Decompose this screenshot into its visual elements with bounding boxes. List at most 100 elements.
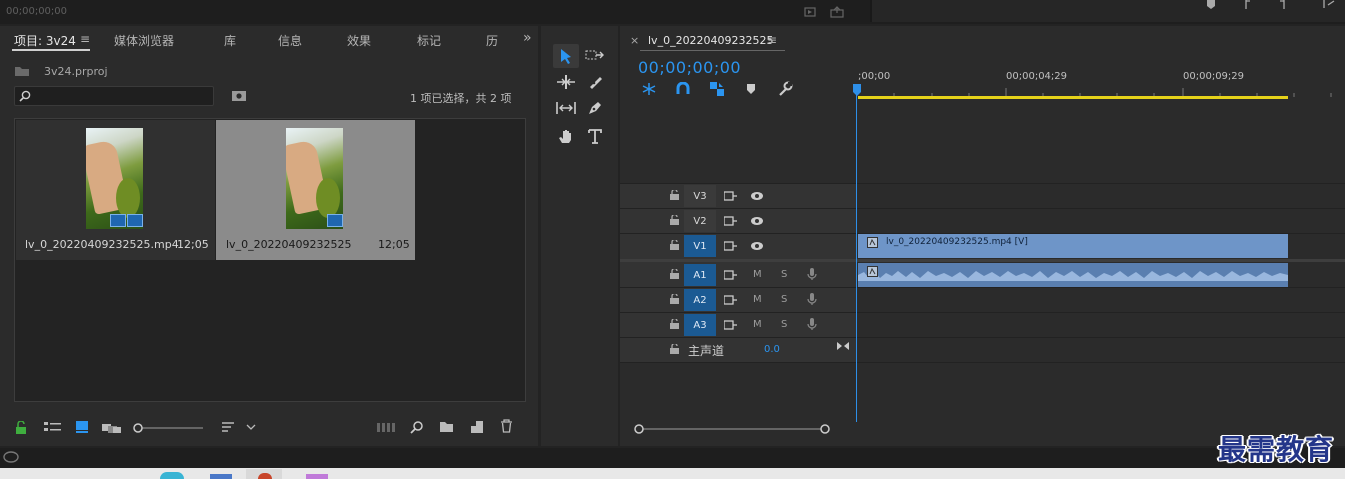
- mute-button[interactable]: M: [753, 269, 762, 280]
- insert-icon[interactable]: [804, 6, 818, 18]
- microphone-icon[interactable]: [807, 267, 817, 281]
- new-bin-icon[interactable]: [439, 421, 454, 433]
- tab-media-browser[interactable]: 媒体浏览器: [114, 32, 174, 49]
- slip-tool-icon[interactable]: [553, 96, 579, 120]
- export-frame-icon[interactable]: [830, 6, 846, 18]
- divider: [620, 362, 1345, 363]
- selection-status: 1 项已选择，共 2 项: [410, 92, 512, 105]
- hand-tool-icon[interactable]: [553, 124, 579, 148]
- go-to-in-out-icon[interactable]: [836, 341, 850, 351]
- tab-info[interactable]: 信息: [278, 32, 302, 49]
- track-lock-icon[interactable]: [670, 344, 679, 354]
- track-lock-icon[interactable]: [670, 269, 679, 279]
- solo-button[interactable]: S: [781, 269, 787, 280]
- mute-button[interactable]: M: [753, 319, 762, 330]
- audio-clip[interactable]: [858, 263, 1288, 287]
- master-volume-value[interactable]: 0.0: [764, 344, 780, 355]
- lock-icon[interactable]: [15, 421, 27, 434]
- sync-lock-icon[interactable]: [724, 241, 737, 251]
- taskbar-app-icon[interactable]: [210, 474, 232, 479]
- sync-lock-icon[interactable]: [724, 320, 737, 330]
- sort-icon[interactable]: [221, 421, 235, 433]
- microphone-icon[interactable]: [807, 317, 817, 331]
- playhead-handle-icon[interactable]: [853, 84, 861, 96]
- razor-tool-icon[interactable]: [582, 70, 608, 94]
- eye-icon[interactable]: [750, 191, 764, 201]
- trash-icon[interactable]: [500, 419, 513, 433]
- sync-lock-icon[interactable]: [724, 295, 737, 305]
- find-bin-icon[interactable]: [231, 89, 247, 102]
- tab-overflow-button[interactable]: »: [523, 30, 532, 46]
- taskbar-app-icon[interactable]: [258, 473, 272, 479]
- sync-lock-icon[interactable]: [724, 270, 737, 280]
- track-label-a1[interactable]: A1: [684, 264, 716, 286]
- track-select-tool-icon[interactable]: [582, 43, 608, 67]
- divider: [620, 183, 1345, 184]
- track-lock-icon[interactable]: [670, 215, 679, 225]
- solo-button[interactable]: S: [781, 319, 787, 330]
- microphone-icon[interactable]: [807, 292, 817, 306]
- type-tool-icon[interactable]: [582, 124, 608, 148]
- sync-lock-icon[interactable]: [724, 216, 737, 226]
- mark-in-icon[interactable]: [1244, 0, 1252, 10]
- track-label-v1[interactable]: V1: [684, 235, 716, 257]
- wrench-icon[interactable]: [777, 81, 793, 97]
- track-label-a3[interactable]: A3: [684, 314, 716, 336]
- track-lock-icon[interactable]: [670, 240, 679, 250]
- tab-effects[interactable]: 效果: [347, 32, 371, 49]
- zoom-slider[interactable]: [133, 423, 205, 433]
- tab-history[interactable]: 历: [486, 32, 498, 49]
- go-to-in-icon[interactable]: [1322, 0, 1336, 10]
- work-area-bar[interactable]: [858, 96, 1288, 99]
- mark-out-icon[interactable]: [1278, 0, 1286, 10]
- automate-to-sequence-icon[interactable]: [377, 422, 395, 433]
- snap-icon[interactable]: [676, 82, 690, 96]
- ripple-edit-tool-icon[interactable]: [553, 70, 579, 94]
- icon-view-icon[interactable]: [75, 420, 89, 434]
- playhead[interactable]: [856, 84, 857, 422]
- video-audio-divider[interactable]: [620, 259, 1345, 262]
- freeform-view-icon[interactable]: [102, 421, 122, 433]
- clip-name: lv_0_20220409232525: [226, 238, 352, 251]
- creative-cloud-icon[interactable]: [3, 451, 19, 463]
- tab-libraries[interactable]: 库: [224, 32, 236, 49]
- linked-selection-icon[interactable]: [709, 81, 725, 97]
- eye-icon[interactable]: [750, 241, 764, 251]
- selection-tool-icon[interactable]: [553, 44, 579, 68]
- track-label-a2[interactable]: A2: [684, 289, 716, 311]
- search-input[interactable]: [14, 86, 214, 106]
- pen-tool-icon[interactable]: [582, 96, 608, 120]
- clip-item-selected[interactable]: lv_0_20220409232525 12;05: [216, 120, 415, 260]
- active-tab-indicator: [640, 50, 785, 51]
- tab-project-menu[interactable]: ≡: [80, 32, 90, 46]
- marker-icon[interactable]: [1206, 0, 1216, 10]
- mute-button[interactable]: M: [753, 294, 762, 305]
- tab-project[interactable]: 项目: 3v24: [14, 32, 76, 49]
- list-view-icon[interactable]: [44, 421, 62, 433]
- playhead-timecode[interactable]: 00;00;00;00: [638, 58, 741, 77]
- chevron-down-icon[interactable]: [246, 423, 256, 431]
- track-lock-icon[interactable]: [670, 319, 679, 329]
- find-icon[interactable]: [410, 420, 424, 434]
- track-lock-icon[interactable]: [670, 190, 679, 200]
- tab-markers[interactable]: 标记: [417, 32, 441, 49]
- status-bar: [0, 448, 1345, 468]
- sync-lock-icon[interactable]: [724, 191, 737, 201]
- clip-name: lv_0_20220409232525.mp4: [25, 238, 179, 251]
- close-sequence-button[interactable]: ×: [630, 34, 639, 47]
- taskbar-app-icon[interactable]: [160, 472, 184, 479]
- eye-icon[interactable]: [750, 216, 764, 226]
- sequence-badge-icon: [327, 214, 343, 227]
- add-marker-icon[interactable]: [746, 83, 756, 95]
- track-label-v2[interactable]: V2: [684, 210, 716, 232]
- nest-icon[interactable]: [641, 82, 657, 96]
- track-label-v3[interactable]: V3: [684, 185, 716, 207]
- track-lock-icon[interactable]: [670, 294, 679, 304]
- search-icon: [19, 90, 31, 102]
- clip-item[interactable]: lv_0_20220409232525.mp4 12;05: [16, 120, 215, 260]
- solo-button[interactable]: S: [781, 294, 787, 305]
- sequence-menu-icon[interactable]: ≡: [767, 33, 777, 47]
- tab-sequence[interactable]: lv_0_20220409232525: [648, 34, 774, 47]
- taskbar-app-icon[interactable]: [306, 474, 328, 479]
- new-item-icon[interactable]: [470, 420, 484, 434]
